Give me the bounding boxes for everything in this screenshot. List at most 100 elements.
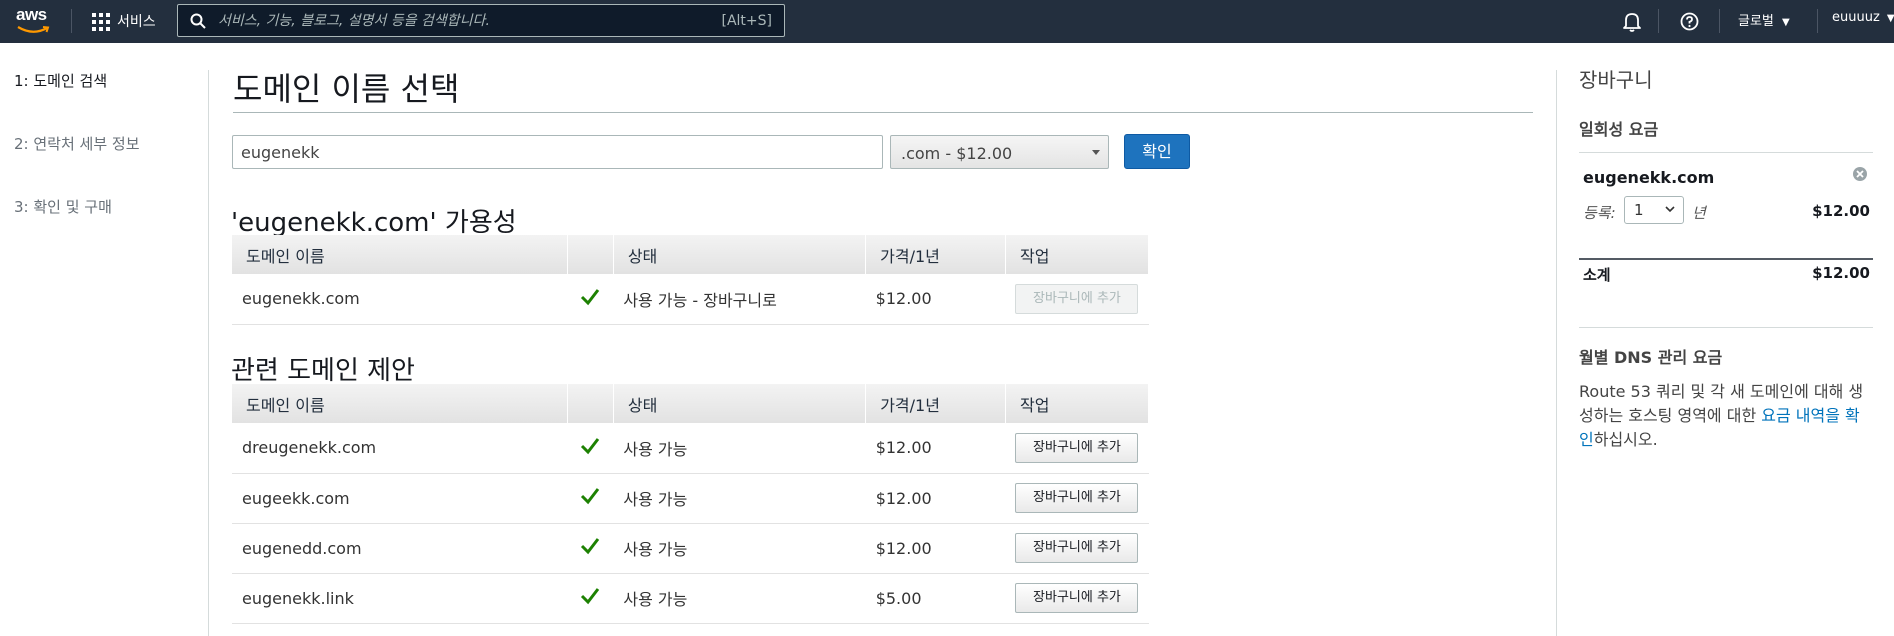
- domain-cell: dreugenekk.com: [232, 423, 568, 474]
- action-cell: 장바구니에 추가: [1005, 523, 1149, 574]
- column-header-check: [567, 384, 614, 423]
- topbar-divider: [1719, 9, 1720, 33]
- step-1-domain-search[interactable]: 1: 도메인 검색: [14, 70, 107, 91]
- column-header-check: [567, 235, 614, 274]
- top-navigation-bar: aws 서비스 [Alt+S] 글로벌 ▼ euuuuz ▼: [0, 0, 1894, 43]
- confirm-button[interactable]: 확인: [1124, 134, 1190, 169]
- cart-item-domain: eugenekk.com: [1583, 168, 1715, 187]
- table-header-row: 도메인 이름 상태 가격/1년 작업: [232, 235, 1150, 274]
- remove-item-icon[interactable]: [1852, 166, 1868, 182]
- step-3-review-purchase[interactable]: 3: 확인 및 구매: [14, 196, 112, 217]
- divider: [1556, 70, 1557, 636]
- table-row: eugenekk.com 사용 가능 - 장바구니로 $12.00 장바구니에 추가: [232, 274, 1149, 325]
- search-shortcut: [Alt+S]: [721, 13, 773, 29]
- divider: [208, 70, 209, 636]
- price-cell: $12.00: [865, 473, 1006, 524]
- status-cell: 사용 가능: [613, 573, 866, 624]
- account-menu[interactable]: euuuuz ▼: [1832, 10, 1894, 25]
- price-cell: $12.00: [865, 423, 1006, 474]
- divider: [1579, 258, 1873, 260]
- grid-icon[interactable]: [92, 13, 110, 31]
- table-row: eugeekk.com 사용 가능 $12.00 장바구니에 추가: [232, 473, 1149, 524]
- search-input[interactable]: [218, 11, 648, 31]
- checkmark-icon: [581, 488, 600, 505]
- status-cell: 사용 가능: [613, 473, 866, 524]
- help-icon[interactable]: [1680, 12, 1699, 31]
- available-check-cell: [567, 473, 614, 524]
- checkmark-icon: [581, 288, 600, 306]
- column-header-status: 상태: [613, 384, 867, 423]
- status-cell: 사용 가능 - 장바구니로: [613, 274, 866, 325]
- region-label: 글로벌: [1738, 14, 1774, 29]
- action-cell: 장바구니에 추가: [1005, 423, 1149, 474]
- cart-item-price: $12.00: [1812, 202, 1870, 220]
- action-cell: 장바구니에 추가: [1005, 573, 1149, 624]
- checkmark-icon: [581, 588, 600, 605]
- subtotal-value: $12.00: [1812, 264, 1870, 282]
- add-to-cart-button[interactable]: 장바구니에 추가: [1015, 432, 1139, 463]
- topbar-divider: [1658, 9, 1659, 33]
- available-check-cell: [567, 573, 614, 624]
- services-menu[interactable]: 서비스: [117, 11, 156, 31]
- bell-icon[interactable]: [1623, 12, 1641, 32]
- action-cell: 장바구니에 추가: [1005, 473, 1149, 524]
- tld-select[interactable]: .com - $12.00: [890, 135, 1109, 169]
- tld-select-value: .com - $12.00: [901, 144, 1013, 163]
- column-header-price: 가격/1년: [865, 235, 1006, 274]
- registration-years-select[interactable]: 1: [1624, 196, 1684, 224]
- dns-fee-title: 월별 DNS 관리 요금: [1579, 348, 1723, 367]
- column-header-status: 상태: [613, 235, 867, 274]
- column-header-domain: 도메인 이름: [232, 384, 568, 423]
- subtotal-label: 소계: [1583, 266, 1611, 284]
- add-to-cart-button[interactable]: 장바구니에 추가: [1015, 533, 1139, 563]
- aws-logo-text: aws: [16, 5, 47, 24]
- available-check-cell: [567, 274, 614, 325]
- status-cell: 사용 가능: [613, 423, 866, 474]
- checkmark-icon: [581, 538, 600, 555]
- price-cell: $12.00: [865, 523, 1006, 574]
- search-bar[interactable]: [Alt+S]: [177, 4, 785, 37]
- region-menu[interactable]: 글로벌 ▼: [1738, 10, 1790, 29]
- column-header-price: 가격/1년: [865, 384, 1006, 423]
- domain-cell: eugenekk.link: [232, 573, 568, 624]
- aws-logo[interactable]: aws: [16, 5, 52, 37]
- dns-fee-description: Route 53 쿼리 및 각 새 도메인에 대해 생성하는 호스팅 영역에 대…: [1579, 380, 1874, 452]
- dns-text-part2: 하십시오.: [1593, 430, 1658, 449]
- related-suggestions-title: 관련 도메인 제안: [231, 356, 415, 386]
- table-row: eugenekk.link 사용 가능 $5.00 장바구니에 추가: [232, 573, 1149, 624]
- available-check-cell: [567, 423, 614, 474]
- caret-down-icon: [1092, 150, 1100, 155]
- related-domains-table: 도메인 이름 상태 가격/1년 작업 dreugenekk.com 사용 가능 $1…: [232, 384, 1150, 624]
- year-unit-label: 년: [1692, 204, 1706, 222]
- price-cell: $12.00: [865, 274, 1006, 325]
- chevron-down-icon: [1665, 206, 1675, 213]
- checkmark-icon: [581, 437, 600, 455]
- domain-cell: eugenekk.com: [232, 274, 568, 325]
- column-header-domain: 도메인 이름: [232, 235, 568, 274]
- status-cell: 사용 가능: [613, 523, 866, 574]
- cart-title: 장바구니: [1579, 68, 1653, 92]
- add-to-cart-button[interactable]: 장바구니에 추가: [1015, 283, 1139, 314]
- column-header-action: 작업: [1005, 384, 1150, 423]
- add-to-cart-button[interactable]: 장바구니에 추가: [1015, 483, 1139, 513]
- topbar-divider: [1817, 9, 1818, 33]
- availability-table: 도메인 이름 상태 가격/1년 작업 eugenekk.com 사용 가능 - 장…: [232, 235, 1150, 325]
- domain-cell: eugeekk.com: [232, 473, 568, 524]
- register-label: 등록:: [1583, 204, 1616, 222]
- divider: [1579, 152, 1873, 153]
- page-title: 도메인 이름 선택: [233, 70, 460, 108]
- action-cell: 장바구니에 추가: [1005, 274, 1149, 325]
- add-to-cart-button[interactable]: 장바구니에 추가: [1015, 583, 1139, 613]
- availability-title: 'eugenekk.com' 가용성: [231, 208, 517, 238]
- caret-down-icon: ▼: [1782, 17, 1790, 28]
- step-2-contact-details[interactable]: 2: 연락처 세부 정보: [14, 133, 140, 154]
- column-header-action: 작업: [1005, 235, 1150, 274]
- aws-smile-icon: [17, 26, 50, 33]
- one-time-fee-label: 일회성 요금: [1579, 120, 1659, 139]
- domain-name-input[interactable]: [232, 135, 883, 169]
- search-icon: [190, 13, 206, 29]
- price-cell: $5.00: [865, 573, 1006, 624]
- available-check-cell: [567, 523, 614, 574]
- years-value: 1: [1634, 201, 1644, 219]
- domain-cell: eugenedd.com: [232, 523, 568, 574]
